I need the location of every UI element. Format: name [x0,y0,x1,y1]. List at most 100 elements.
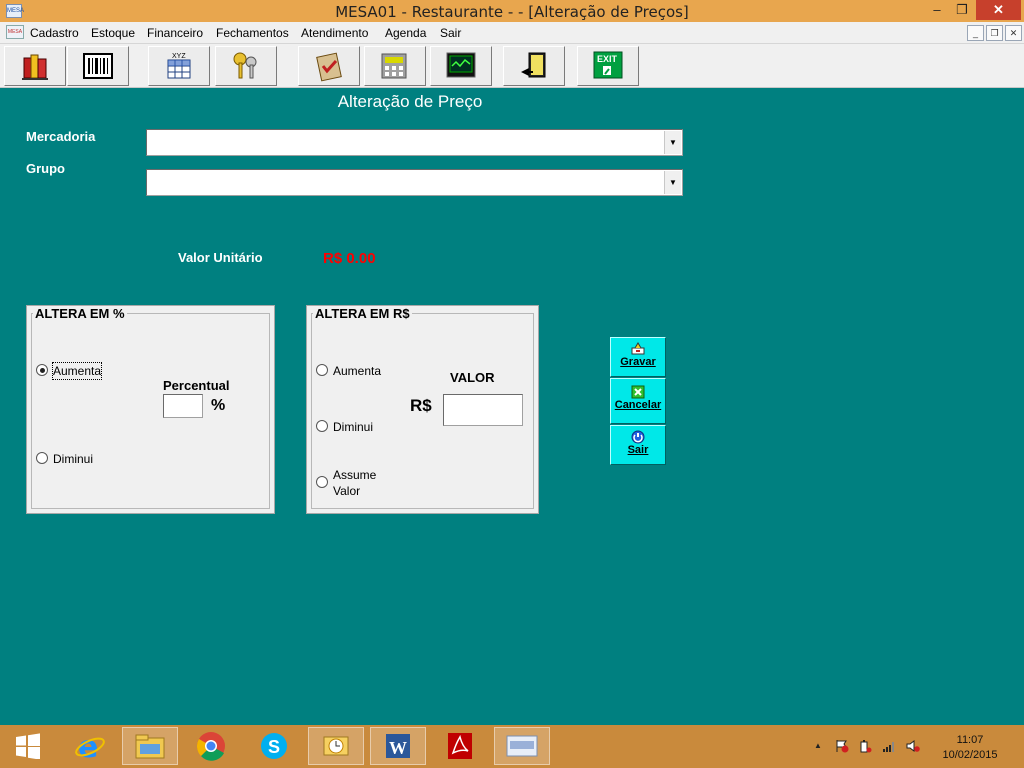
mdi-minimize-button[interactable]: _ [967,25,984,41]
valor-input[interactable] [443,394,523,426]
start-button[interactable] [0,727,56,765]
gravar-button[interactable]: Gravar [610,337,666,377]
chrome-icon [197,732,225,761]
battery-power-icon[interactable] [858,739,872,753]
percentual-label: Percentual [163,378,230,393]
taskbar-outlook[interactable] [308,727,364,765]
menu-fechamentos[interactable]: Fechamentos [216,26,289,40]
group-altera-real: ALTERA EM R$ Aumenta Diminui Assume Valo… [306,305,539,514]
form-title: Alteração de Preço [337,92,483,111]
toolbar-exit-door-button[interactable] [503,46,565,86]
toolbar-xyz-button[interactable]: XYZ [148,46,210,86]
volume-muted-icon[interactable] [906,739,920,753]
percent-sign: % [211,397,226,414]
toolbar-barcode-button[interactable] [67,46,129,86]
toolbar-cadastro-button[interactable] [4,46,66,86]
radio-real-diminui-label: Diminui [333,420,374,434]
exit-sign-icon: EXIT [593,51,623,79]
toolbar-clipboard-button[interactable] [298,46,360,86]
windows-logo-icon [16,733,40,759]
menu-agenda[interactable]: Agenda [385,26,426,40]
svg-text:S: S [268,737,280,757]
keys-icon [233,52,257,79]
menu-atendimento[interactable]: Atendimento [301,26,368,40]
books-icon [22,54,48,80]
window-title: MESA01 - Restaurante - - [Alteração de P… [335,3,689,21]
sair-label: Sair [627,444,649,456]
valor-unitario-label: Valor Unitário [178,250,263,265]
chevron-down-icon[interactable]: ▼ [664,171,681,194]
taskbar-chrome[interactable] [183,727,239,765]
menu-financeiro[interactable]: Financeiro [147,26,203,40]
menu-sair[interactable]: Sair [440,26,461,40]
mercadoria-combobox[interactable]: ▼ [146,129,683,156]
restore-button[interactable]: ❐ [948,0,976,20]
gravar-label: Gravar [620,356,656,368]
system-clock[interactable]: 11:07 10/02/2015 [930,733,1010,763]
action-center-flag-icon[interactable] [835,739,849,753]
chevron-down-icon[interactable]: ▼ [664,131,681,154]
title-bar: MESA MESA01 - Restaurante - - [Alteração… [0,0,1024,22]
monitor-chart-icon [446,52,476,78]
grupo-label: Grupo [26,161,65,176]
sair-button[interactable]: Sair [610,425,666,465]
network-signal-icon[interactable] [882,739,896,753]
folder-icon [135,734,165,759]
radio-percent-aumenta[interactable]: Aumenta [36,362,103,380]
taskbar-word[interactable]: W [370,727,426,765]
taskbar-internet-explorer[interactable]: e [62,727,118,765]
clock-date: 10/02/2015 [942,749,998,761]
radio-unselected-icon [316,420,328,432]
valor-unitario-value: R$ 0.00 [323,250,376,267]
form-area: Alteração de Preço Mercadoria ▼ Grupo ▼ … [0,88,1024,725]
radio-real-aumenta[interactable]: Aumenta [316,363,381,379]
mesa-app-icon [506,735,538,757]
toolbar-monitor-button[interactable] [430,46,492,86]
toolbar-exit-button[interactable]: EXIT [577,46,639,86]
taskbar-file-explorer[interactable] [122,727,178,765]
mdi-document-icon[interactable]: MESA [6,25,24,39]
cancelar-button[interactable]: Cancelar [610,378,666,424]
taskbar-acrobat[interactable] [432,727,488,765]
radio-unselected-icon [316,364,328,376]
mdi-restore-button[interactable]: ❐ [986,25,1003,41]
close-button[interactable]: ✕ [976,0,1021,20]
taskbar-skype[interactable]: S [246,727,302,765]
menu-cadastro[interactable]: Cadastro [30,26,79,40]
radio-selected-icon [36,364,48,376]
radio-percent-diminui-label: Diminui [53,452,94,466]
toolbar: XYZ EXIT [0,44,1024,88]
svg-text:W: W [389,738,407,758]
clock-time: 11:07 [956,734,984,746]
cancelar-label: Cancelar [614,399,662,411]
power-icon [631,430,645,444]
menu-bar: MESA Cadastro Estoque Financeiro Fechame… [0,22,1024,44]
tray-expand-icon[interactable]: ▲ [814,741,822,750]
radio-real-assume-valor[interactable]: Assume Valor [316,467,376,499]
toolbar-calculator-button[interactable] [364,46,426,86]
internet-explorer-icon: e [75,731,105,761]
radio-unselected-icon [36,452,48,464]
taskbar-mesa-app[interactable] [494,727,550,765]
radio-real-assume-valor-label: Assume Valor [333,468,377,498]
valor-label: VALOR [450,370,495,385]
group-altera-percent: ALTERA EM % Aumenta Diminui Percentual % [26,305,275,514]
toolbar-keys-button[interactable] [215,46,277,86]
radio-percent-diminui[interactable]: Diminui [36,451,93,467]
radio-real-aumenta-label: Aumenta [333,364,382,378]
clipboard-check-icon [316,52,342,82]
outlook-clock-icon [323,736,349,756]
svg-text:XYZ: XYZ [172,53,186,60]
radio-real-diminui[interactable]: Diminui [316,419,373,435]
menu-estoque[interactable]: Estoque [91,26,135,40]
mercadoria-label: Mercadoria [26,129,96,144]
svg-text:EXIT: EXIT [597,54,618,64]
radio-unselected-icon [316,476,328,488]
grupo-combobox[interactable]: ▼ [146,169,683,196]
radio-percent-aumenta-label: Aumenta [51,362,103,380]
cancel-icon [631,385,645,399]
percentual-input[interactable] [163,394,203,418]
exit-door-icon [521,52,546,78]
mdi-close-button[interactable]: ✕ [1005,25,1022,41]
currency-label: R$ [410,396,432,415]
